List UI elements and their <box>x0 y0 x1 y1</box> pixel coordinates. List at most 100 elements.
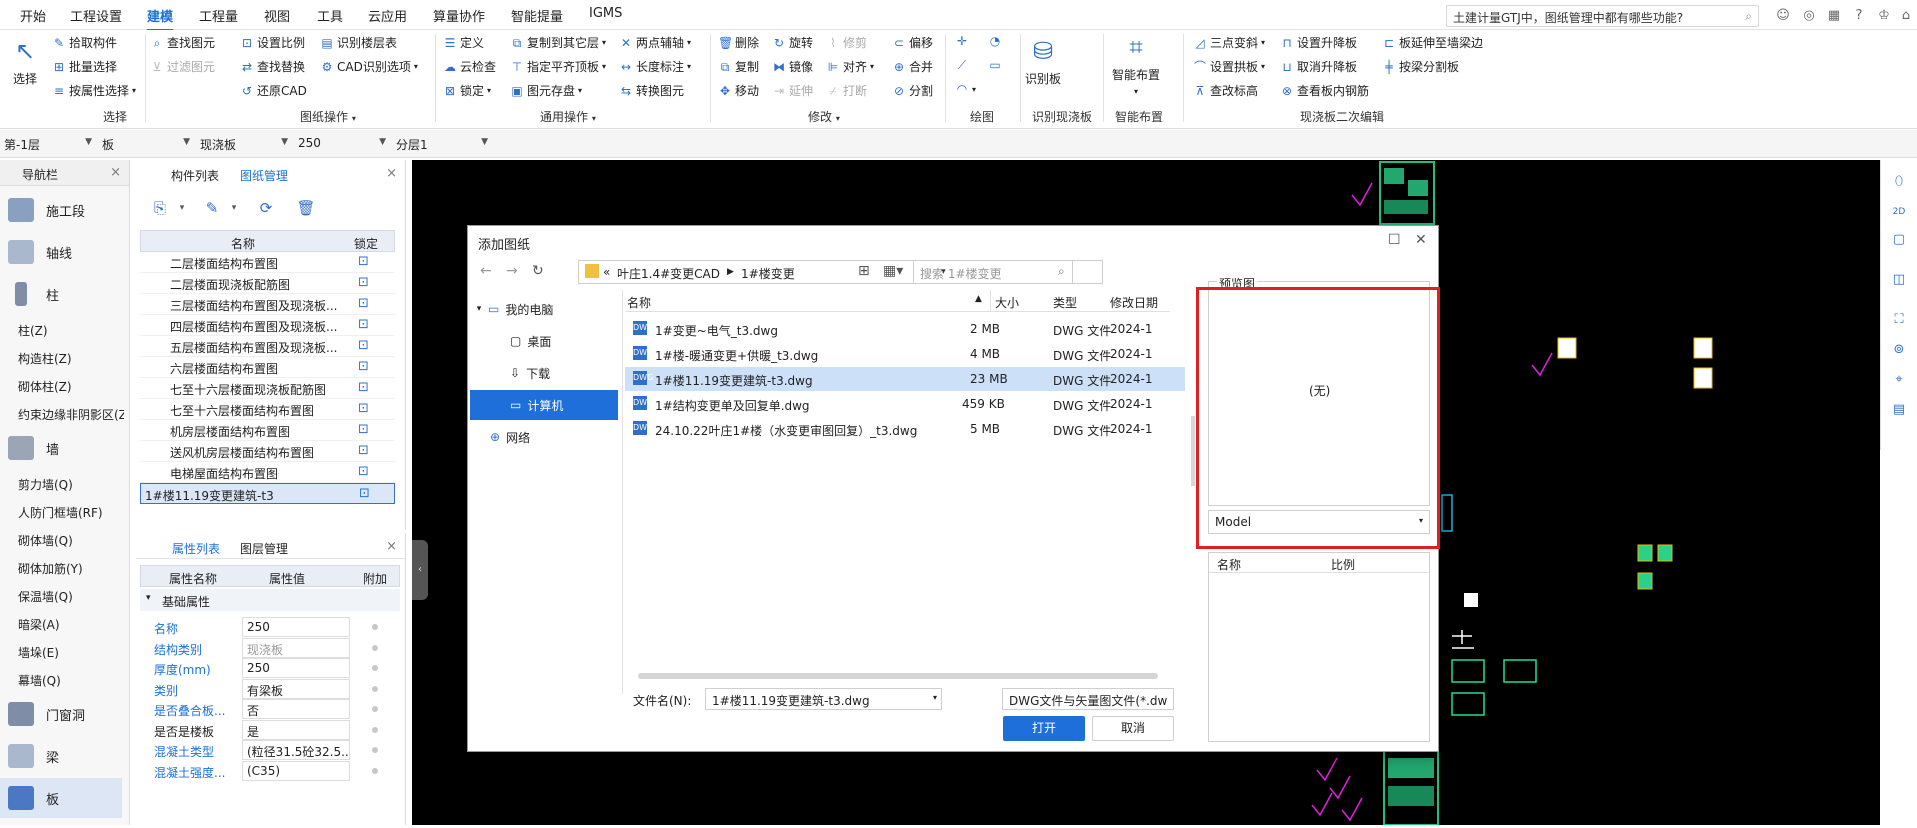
settings-icon[interactable]: ◎ <box>1801 8 1817 24</box>
save-element-button[interactable]: ▣ 图元存盘 ▾ <box>510 82 582 99</box>
lock-icon[interactable]: ⊡ <box>358 338 369 353</box>
restore-cad-button[interactable]: ↺ 还原CAD <box>240 82 307 99</box>
length-dim-button[interactable]: ↔ 长度标注 ▾ <box>619 58 691 75</box>
two-point-axis-button[interactable]: ✕ 两点辅轴 ▾ <box>619 34 691 51</box>
select-button[interactable]: ↖ 选择 <box>10 36 40 87</box>
chevron-down-icon[interactable]: ▾ <box>224 198 244 218</box>
three-point-slope-button[interactable]: ◿ 三点变斜 ▾ <box>1193 34 1265 51</box>
nav-wall[interactable]: 墙 <box>0 428 122 468</box>
lock-icon[interactable]: ⊡ <box>358 464 369 479</box>
help-search-input[interactable]: 土建计量GTJ中，图纸管理中都有哪些功能? ⌕ <box>1446 5 1759 27</box>
lock-icon[interactable]: ⊡ <box>358 401 369 416</box>
checkbox-dot-icon[interactable] <box>372 665 378 671</box>
file-row[interactable]: DWG 24.10.22叶庄1#楼（水变更审图回复）_t3.dwg 5 MB DWG … <box>625 417 1185 441</box>
tab-collaboration[interactable]: 算量协作 <box>433 6 485 25</box>
lock-icon[interactable]: ⊡ <box>359 486 370 501</box>
nav-item-civil-defense-wall[interactable]: 人防门框墙(RF) <box>18 504 103 521</box>
close-icon[interactable]: × <box>386 166 397 181</box>
break-button[interactable]: ⌿ 打断 <box>826 82 867 99</box>
layer-select[interactable]: 分层1 ▼ <box>392 134 492 154</box>
nav-item-masonry-wall[interactable]: 砌体墙(Q) <box>18 532 73 549</box>
property-row[interactable]: 混凝土强度... (C35) <box>140 759 400 784</box>
align-top-button[interactable]: ⊤ 指定平齐顶板 ▾ <box>510 58 606 75</box>
nav-item-hidden-beam[interactable]: 暗梁(A) <box>18 616 60 633</box>
property-value[interactable]: (C35) <box>242 760 350 781</box>
set-raise-slab-button[interactable]: ⊓ 设置升降板 <box>1280 34 1357 51</box>
calendar-icon[interactable]: ▦ <box>1826 8 1842 24</box>
property-value[interactable]: 否 <box>242 699 350 719</box>
lock-icon[interactable]: ⊡ <box>358 359 369 374</box>
lock-icon[interactable]: ⊡ <box>358 317 369 332</box>
nav-item-masonry-rebar[interactable]: 砌体加筋(Y) <box>18 560 83 577</box>
trash-icon[interactable]: 🗑 <box>296 198 316 218</box>
horizontal-scrollbar[interactable] <box>638 673 1158 679</box>
nav-axis[interactable]: 轴线 <box>0 232 122 272</box>
draw-point-button[interactable]: ✛ <box>955 34 969 48</box>
drawing-row[interactable]: 电梯屋面结构布置图 ⊡ <box>140 462 395 483</box>
chevron-down-icon[interactable]: ▾ <box>933 693 937 702</box>
draw-arc-button[interactable]: ◠ ▾ <box>955 82 976 96</box>
smart-layout-button[interactable]: ⌗ 智能布置 ▾ <box>1112 32 1160 97</box>
collapse-icon[interactable]: ▾ <box>146 593 151 603</box>
search-icon[interactable]: ⌕ <box>1058 264 1065 279</box>
property-value[interactable]: 是 <box>242 719 350 740</box>
cad-options-button[interactable]: ⚙ CAD识别选项 ▾ <box>320 58 418 75</box>
recognize-floor-table-button[interactable]: ▤ 识别楼层表 <box>320 34 397 51</box>
tree-downloads[interactable]: ⇩ 下载 <box>470 358 618 388</box>
drawing-row[interactable]: 二层楼面结构布置图 ⊡ <box>140 252 395 273</box>
close-icon[interactable]: × <box>386 539 397 554</box>
align-button[interactable]: ⊫ 对齐 ▾ <box>826 58 874 75</box>
property-value[interactable]: 现浇板 <box>242 637 350 658</box>
drawing-row[interactable]: 五层楼面结构布置图及现浇板... ⊡ <box>140 336 395 357</box>
breadcrumb-current[interactable]: 1#楼变更 <box>741 265 795 282</box>
offset-button[interactable]: ⊂ 偏移 <box>892 34 933 51</box>
nav-slab[interactable]: 板 <box>0 778 122 818</box>
refresh-icon[interactable]: ⟳ <box>256 198 276 218</box>
col-date[interactable]: 修改日期 <box>1110 294 1158 311</box>
view-slab-rebar-button[interactable]: ⊗ 查看板内钢筋 <box>1280 82 1369 99</box>
lock-icon[interactable]: ⊡ <box>358 296 369 311</box>
nav-item-construct-column[interactable]: 构造柱(Z) <box>18 350 72 367</box>
tree-my-computer[interactable]: ▾ ▭ 我的电脑 <box>470 294 618 324</box>
tab-layer-management[interactable]: 图层管理 <box>240 540 288 557</box>
skin-icon[interactable]: ♔ <box>1876 8 1892 24</box>
drawing-row[interactable]: 机房层楼面结构布置图 ⊡ <box>140 420 395 441</box>
draw-rect-button[interactable]: ▭ <box>988 58 1002 72</box>
nav-item-shear-wall[interactable]: 剪力墙(Q) <box>18 476 73 493</box>
splitter-handle[interactable] <box>1191 416 1195 486</box>
checkbox-dot-icon[interactable] <box>372 726 378 733</box>
delete-button[interactable]: 🗑 删除 <box>718 34 759 51</box>
section-basic-properties[interactable]: ▾ 基础属性 <box>140 589 400 611</box>
component-name-select[interactable]: 250 ▼ <box>294 134 390 154</box>
property-value[interactable]: (粒径31.5砼32.5... <box>242 740 350 760</box>
refresh-icon[interactable]: ↻ <box>532 263 544 279</box>
merge-button[interactable]: ⊕ 合并 <box>892 58 933 75</box>
drawing-row[interactable]: 三层楼面结构布置图及现浇板... ⊡ <box>140 294 395 315</box>
recognize-slab-button[interactable]: ⛁ 识别板 <box>1025 36 1061 87</box>
floor-select[interactable]: 第-1层 ▼ <box>0 134 96 154</box>
tab-component-list[interactable]: 构件列表 <box>171 167 219 184</box>
close-icon[interactable]: × <box>110 165 121 180</box>
search-icon[interactable]: ⌕ <box>1745 9 1752 24</box>
split-by-beam-button[interactable]: ╪ 按梁分割板 <box>1382 58 1459 75</box>
cancel-raise-slab-button[interactable]: ⊔ 取消升降板 <box>1280 58 1357 75</box>
extend-button[interactable]: ⇥ 延伸 <box>772 82 813 99</box>
close-icon[interactable]: ✕ <box>1415 232 1427 248</box>
tree-network[interactable]: ⊕ 网络 <box>470 422 618 452</box>
find-replace-button[interactable]: ⇄ 查找替换 <box>240 58 305 75</box>
fullscreen-icon[interactable]: ⛶ <box>1889 310 1909 330</box>
filename-input[interactable]: 1#楼11.19变更建筑-t3.dwg ▾ <box>705 688 942 710</box>
drawing-row[interactable]: 二层楼面现浇板配筋图 ⊡ <box>140 273 395 294</box>
nav-item-edge-column[interactable]: 约束边缘非阴影区(Z <box>18 406 124 423</box>
rotate-button[interactable]: ↻ 旋转 <box>772 34 813 51</box>
batch-select-button[interactable]: ⊞ 批量选择 <box>52 58 117 75</box>
convert-element-button[interactable]: ⇆ 转换图元 <box>619 82 684 99</box>
tab-smart-extract[interactable]: 智能提量 <box>511 6 563 25</box>
draw-circle-button[interactable]: ◔ <box>988 34 1002 48</box>
col-type[interactable]: 类型 <box>1053 294 1077 311</box>
tab-start[interactable]: 开始 <box>20 6 46 25</box>
view-mode-icon[interactable]: ▦▾ <box>883 263 903 279</box>
nav-column[interactable]: 柱 <box>0 274 122 314</box>
tab-cloud[interactable]: 云应用 <box>368 6 407 25</box>
property-value[interactable]: 250 <box>242 658 350 678</box>
